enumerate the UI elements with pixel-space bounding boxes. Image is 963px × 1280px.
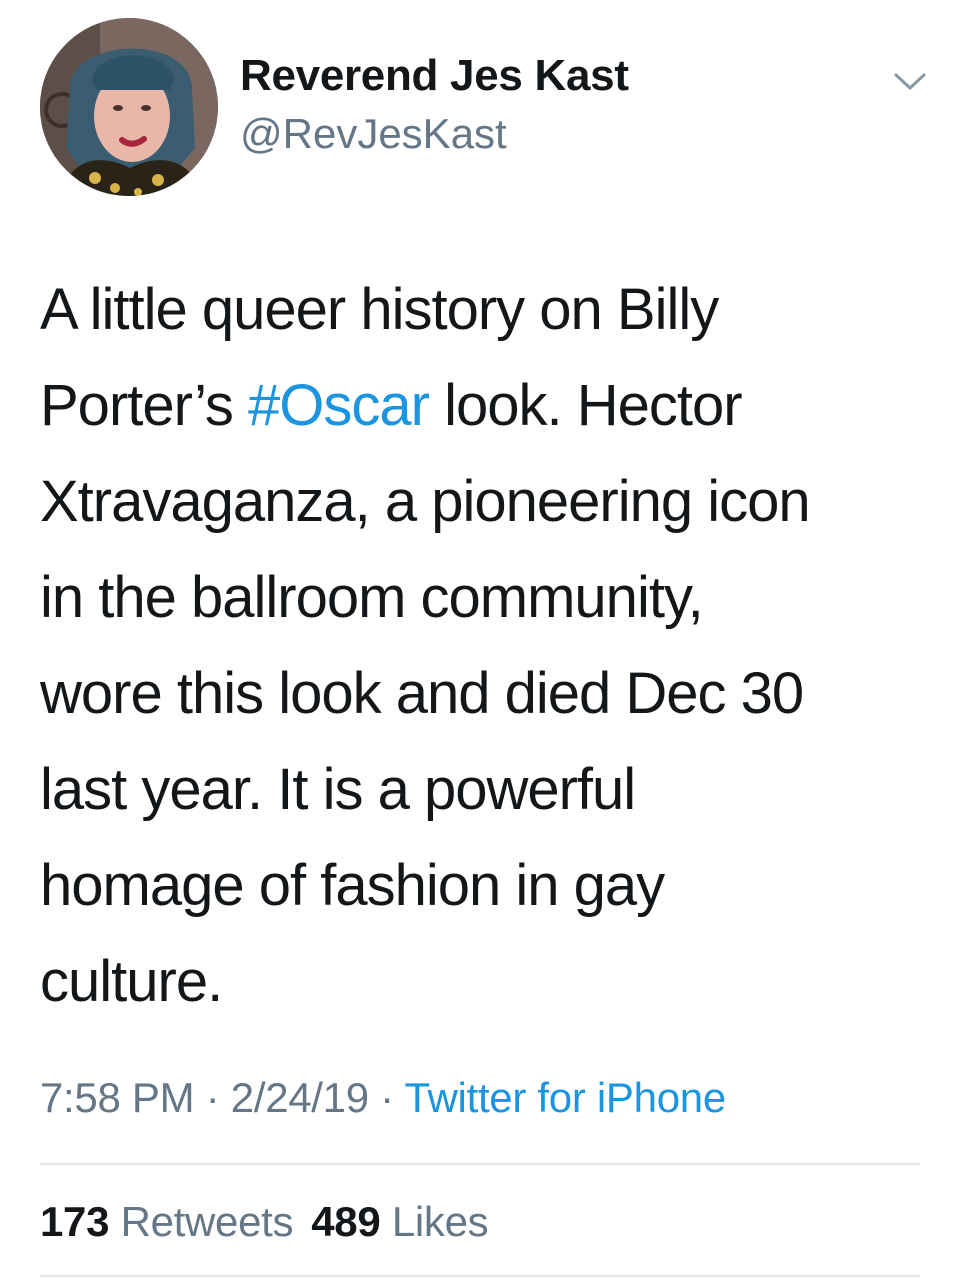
display-name[interactable]: Reverend Jes Kast <box>240 48 629 104</box>
tweet-menu-button[interactable] <box>890 66 930 96</box>
profile-photo-icon <box>40 18 218 196</box>
likes-stat[interactable]: 489 Likes <box>311 1198 488 1245</box>
tweet-text-line: culture. <box>40 949 223 1014</box>
tweet-text-line: Xtravaganza, a pioneering icon <box>40 469 811 534</box>
tweet-stats: 173 Retweets 489 Likes <box>40 1194 506 1250</box>
retweets-count: 173 <box>40 1198 110 1245</box>
tweet-text-line: in the ballroom community, <box>40 565 704 630</box>
tweet-meta: 7:58 PM · 2/24/19 · Twitter for iPhone <box>40 1070 726 1126</box>
user-handle[interactable]: @RevJesKast <box>240 108 629 160</box>
likes-label: Likes <box>391 1198 489 1245</box>
avatar[interactable] <box>40 18 218 196</box>
chevron-down-icon <box>894 73 926 90</box>
tweet-text-segment: look. Hector <box>429 373 742 438</box>
divider <box>40 1275 920 1277</box>
tweet-date[interactable]: 2/24/19 <box>231 1074 369 1121</box>
divider <box>40 1163 920 1165</box>
tweet-text-line: last year. It is a powerful <box>40 757 636 822</box>
retweets-stat[interactable]: 173 Retweets <box>40 1198 294 1245</box>
tweet-text-line: wore this look and died Dec 30 <box>40 661 804 726</box>
likes-count: 489 <box>311 1198 381 1245</box>
meta-separator: · <box>194 1074 231 1121</box>
tweet-card: Reverend Jes Kast @RevJesKast A little q… <box>0 0 963 1280</box>
tweet-text-line: A little queer history on Billy <box>40 277 719 342</box>
tweet-source-link[interactable]: Twitter for iPhone <box>404 1074 726 1121</box>
hashtag-link[interactable]: #Oscar <box>248 373 430 438</box>
retweets-label: Retweets <box>120 1198 294 1245</box>
tweet-text-line: homage of fashion in gay <box>40 853 665 918</box>
tweet-time[interactable]: 7:58 PM <box>40 1074 195 1121</box>
author-block[interactable]: Reverend Jes Kast @RevJesKast <box>240 48 629 160</box>
tweet-text: A little queer history on Billy Porter’s… <box>40 262 930 1030</box>
tweet-text-segment: Porter’s <box>40 373 249 438</box>
meta-separator: · <box>368 1074 405 1121</box>
tweet-text-line: Porter’s #Oscar look. Hector <box>40 358 930 454</box>
